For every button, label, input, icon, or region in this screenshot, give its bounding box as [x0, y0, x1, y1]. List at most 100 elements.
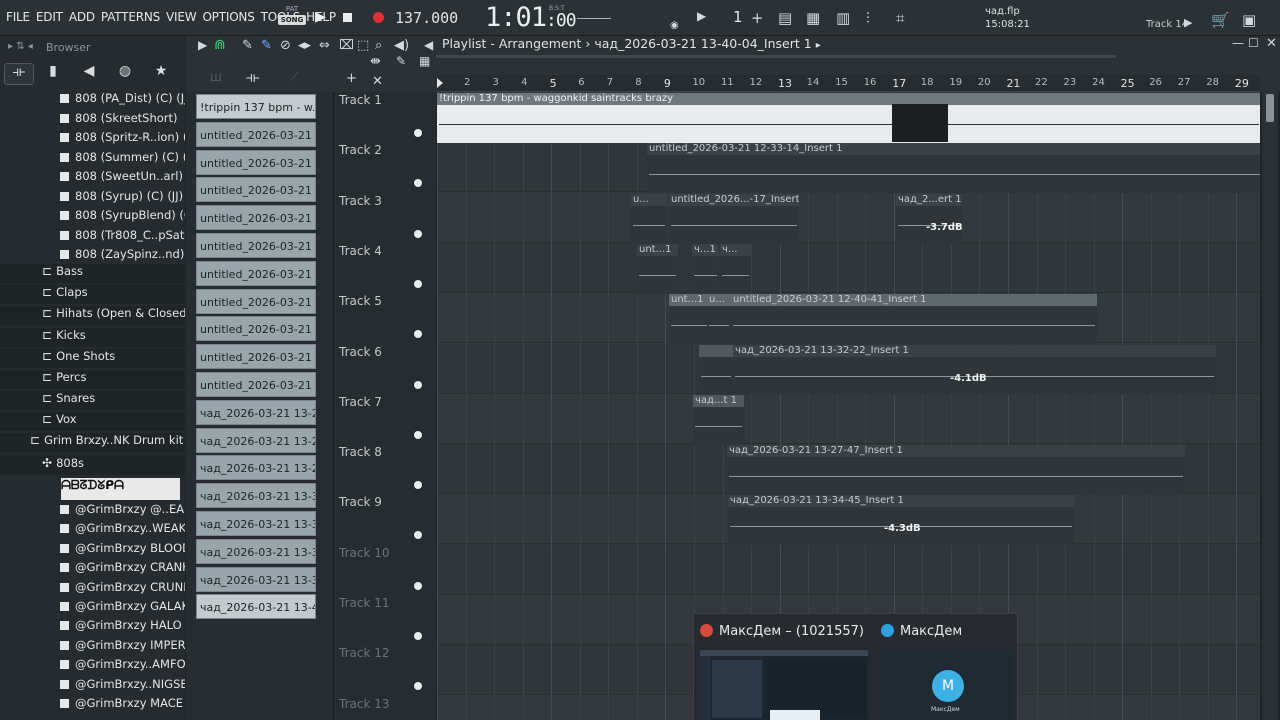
picker-clip[interactable]: untitled_2026-03-21 12...: [196, 344, 316, 370]
track-lane[interactable]: [437, 394, 1260, 444]
browser-item[interactable]: ⊏ Hihats (Open & Closed): [0, 306, 185, 326]
browser-item[interactable]: 808 (Spritz-R..ion) (C) (JJ): [0, 130, 185, 149]
arrow-right-icon[interactable]: ▶: [1184, 16, 1192, 29]
track-mute-led[interactable]: [414, 179, 422, 188]
browser-item[interactable]: ⊏ Percs: [0, 370, 185, 389]
audio-clip[interactable]: [699, 344, 733, 395]
master-volume-slider[interactable]: [577, 18, 611, 19]
browser-item[interactable]: ⊏ Grim Brxzy..NK Drum kit: [0, 433, 185, 452]
clip-header[interactable]: [699, 344, 733, 357]
playlist-arrow-icon[interactable]: ▶: [198, 38, 207, 52]
audio-clip[interactable]: !trippin 137 bpm - waggonkid saintracks …: [437, 93, 1260, 143]
audio-clip[interactable]: чад_2026-03-21 13-27-47_Insert 1: [727, 445, 1185, 496]
audio-clip[interactable]: untitled_2026...-17_Insert 1: [669, 193, 799, 244]
audio-clip[interactable]: чад_2...ert 1 -3.7dB: [896, 193, 962, 244]
play-icon[interactable]: ▶: [315, 9, 326, 25]
track-name[interactable]: Track 5: [339, 294, 382, 308]
picker-clip[interactable]: чад_2026-03-21 13-22...: [196, 427, 316, 453]
playback-icon[interactable]: ◀): [394, 38, 409, 53]
playlist-speaker-icon[interactable]: ◀: [424, 38, 433, 52]
clip-header[interactable]: unt...1: [637, 243, 678, 256]
scrollbar-thumb[interactable]: [1266, 94, 1274, 122]
playlist-icon[interactable]: ▤: [778, 9, 792, 27]
browser-online-tab-icon[interactable]: ◍: [110, 63, 140, 85]
track-lane[interactable]: [437, 544, 1260, 595]
track-name[interactable]: Track 3: [339, 194, 382, 208]
minimize-icon[interactable]: —: [1232, 36, 1244, 50]
menu-patterns[interactable]: PATTERNS: [101, 10, 160, 24]
browser-item[interactable]: ⊏ Claps: [0, 285, 185, 305]
browser-item[interactable]: @GrimBrxzy MACE 808: [0, 696, 185, 715]
edit-icon[interactable]: ✎: [396, 54, 406, 68]
browser-item[interactable]: @GrimBrxzy GALAK 808: [0, 599, 185, 618]
pattern-number[interactable]: 1: [733, 8, 743, 26]
track-mute-led[interactable]: [414, 380, 422, 389]
clip-header[interactable]: u...: [631, 193, 667, 206]
track-name[interactable]: Track 8: [339, 445, 382, 459]
browser-item[interactable]: @GrimBrxzy..NIGSEGG 808: [0, 677, 185, 696]
picker-clip[interactable]: чад_2026-03-21 13-40...: [196, 594, 316, 620]
preview-left-thumbnail[interactable]: [700, 650, 868, 720]
track-name[interactable]: Track 7: [339, 395, 382, 409]
news-icon[interactable]: ▣: [1242, 11, 1256, 29]
browser-item[interactable]: 808 (SyrupBlend) (C) (JJ): [0, 208, 185, 227]
browser-nav-icon[interactable]: ▸ ⇅ ◂: [8, 41, 33, 52]
vertical-scrollbar[interactable]: [1262, 92, 1278, 720]
overview-strip[interactable]: [436, 55, 1116, 58]
track-mute-led[interactable]: [414, 229, 422, 238]
paint-icon[interactable]: ✎: [261, 38, 272, 53]
grid-icon[interactable]: ▦: [419, 54, 430, 68]
picker-clip[interactable]: чад_2026-03-21 13-34...: [196, 538, 316, 564]
clip-header[interactable]: чад_2026-03-21 13-34-45_Insert 1: [728, 495, 1074, 508]
title-chevron-icon[interactable]: ▸: [816, 40, 821, 51]
audio-clip[interactable]: ч...: [720, 243, 751, 294]
clip-header[interactable]: чад_2026-03-21 13-32-22_Insert 1: [733, 344, 1216, 357]
close-icon[interactable]: ✕: [1266, 36, 1277, 51]
browser-item[interactable]: ✣ 808s: [0, 456, 185, 475]
track-name[interactable]: Track 2: [339, 143, 382, 157]
clip-header[interactable]: untitled_2026-03-21 12-33-14_Insert 1: [647, 143, 1260, 156]
picker-clip[interactable]: untitled_2026-03-21 12...: [196, 149, 316, 175]
browser-item[interactable]: @GrimBrxzy..WEAKER 808: [0, 521, 185, 540]
picker-clip[interactable]: чад_2026-03-21 13-27...: [196, 455, 316, 481]
picker-clip[interactable]: untitled_2026-03-21 12...: [196, 316, 316, 342]
channel-rack-icon[interactable]: ▥: [836, 9, 850, 27]
picker-automation-icon[interactable]: ⟋: [290, 70, 298, 85]
browser-item[interactable]: @GrimBrxzy @..EALER 808: [0, 502, 185, 521]
menu-options[interactable]: OPTIONS: [202, 10, 254, 24]
browser-item[interactable]: 808 (Tr808_C..pSat-C) (JJ): [0, 228, 185, 247]
playlist-current-pattern[interactable]: чад_2026-03-21 13-40-04_Insert 1: [594, 36, 811, 51]
piano-roll-icon[interactable]: ▦: [806, 9, 820, 27]
picker-clip[interactable]: untitled_2026-03-21 12...: [196, 372, 316, 397]
picker-clips-icon[interactable]: ш: [210, 70, 222, 85]
remove-icon[interactable]: ✕: [372, 74, 383, 89]
tempo-display[interactable]: 137.000: [395, 9, 458, 27]
pitch-knob-icon[interactable]: ◉: [670, 20, 679, 31]
select-icon[interactable]: ⬚: [357, 38, 369, 53]
track-lane[interactable]: [437, 242, 1260, 293]
audio-clip[interactable]: untitled_2026-03-21 12-40-41_Insert 1: [731, 294, 1097, 345]
picker-clip[interactable]: !trippin 137 bpm - w...: [196, 94, 316, 119]
audio-clip[interactable]: u...: [707, 294, 731, 345]
track-mute-led[interactable]: [414, 430, 422, 439]
browser-item[interactable]: @GrimBrxzy CRANK 808: [0, 560, 185, 579]
pattern-arrow-icon[interactable]: ▶: [697, 9, 706, 23]
clip-header[interactable]: ч...1: [692, 243, 719, 256]
track-mute-led[interactable]: [414, 531, 422, 540]
picker-clip[interactable]: untitled_2026-03-21 12...: [196, 260, 316, 286]
picker-clip[interactable]: чад_2026-03-21 13-39...: [196, 566, 316, 592]
plugin-icon[interactable]: ⌗: [896, 9, 904, 27]
browser-item[interactable]: 808 (SweetUn..arl) (C) (JJ): [0, 169, 185, 188]
audio-clip[interactable]: чад_2026-03-21 13-32-22_Insert 1 -4.1dB: [733, 344, 1216, 395]
picker-clip[interactable]: untitled_2026-03-21 12...: [196, 177, 316, 203]
browser-item[interactable]: ⊏ Kicks: [0, 327, 185, 347]
browser-item[interactable]: @GrimBrxzy IMPERIAL 808: [0, 638, 185, 657]
slice-icon[interactable]: ⌧: [339, 38, 354, 53]
track-name[interactable]: Track 1: [339, 93, 382, 107]
track-mute-led[interactable]: [414, 330, 422, 339]
track-name[interactable]: Track 6: [339, 345, 382, 359]
track-mute-led[interactable]: [414, 581, 422, 590]
track-mute-led[interactable]: [414, 682, 422, 691]
picker-clip[interactable]: untitled_2026-03-21 12...: [196, 288, 316, 314]
pat-song-toggle[interactable]: PAT SONG: [278, 5, 306, 31]
